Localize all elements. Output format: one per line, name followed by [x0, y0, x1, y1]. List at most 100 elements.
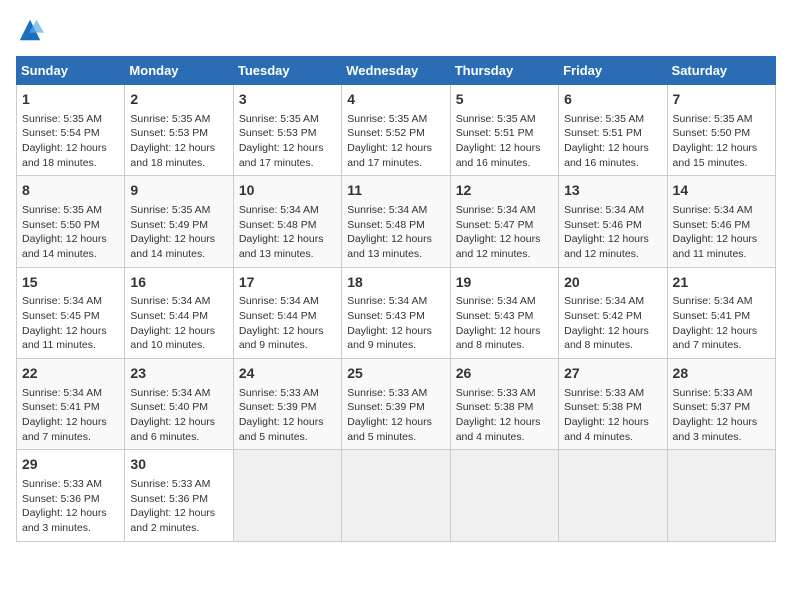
daylight: Daylight: 12 hours and 8 minutes. [456, 325, 541, 352]
sunrise: Sunrise: 5:34 AM [347, 204, 427, 216]
sunset: Sunset: 5:36 PM [130, 493, 208, 505]
sunrise: Sunrise: 5:34 AM [673, 204, 753, 216]
calendar-cell [233, 450, 341, 541]
sunset: Sunset: 5:51 PM [564, 127, 642, 139]
daylight: Daylight: 12 hours and 12 minutes. [564, 233, 649, 260]
sunset: Sunset: 5:39 PM [347, 401, 425, 413]
col-header-monday: Monday [125, 57, 233, 85]
calendar-cell [667, 450, 775, 541]
sunset: Sunset: 5:38 PM [456, 401, 534, 413]
daylight: Daylight: 12 hours and 7 minutes. [22, 416, 107, 443]
col-header-tuesday: Tuesday [233, 57, 341, 85]
calendar-cell: 11Sunrise: 5:34 AMSunset: 5:48 PMDayligh… [342, 176, 450, 267]
sunset: Sunset: 5:48 PM [347, 219, 425, 231]
day-number: 14 [673, 181, 770, 201]
daylight: Daylight: 12 hours and 3 minutes. [22, 507, 107, 534]
day-number: 7 [673, 90, 770, 110]
calendar-cell: 12Sunrise: 5:34 AMSunset: 5:47 PMDayligh… [450, 176, 558, 267]
sunrise: Sunrise: 5:34 AM [130, 387, 210, 399]
day-number: 25 [347, 364, 444, 384]
sunrise: Sunrise: 5:34 AM [564, 295, 644, 307]
day-number: 11 [347, 181, 444, 201]
calendar-cell [342, 450, 450, 541]
col-header-saturday: Saturday [667, 57, 775, 85]
sunset: Sunset: 5:41 PM [22, 401, 100, 413]
sunrise: Sunrise: 5:35 AM [564, 113, 644, 125]
sunrise: Sunrise: 5:33 AM [130, 478, 210, 490]
daylight: Daylight: 12 hours and 15 minutes. [673, 142, 758, 169]
sunrise: Sunrise: 5:35 AM [347, 113, 427, 125]
sunset: Sunset: 5:41 PM [673, 310, 751, 322]
calendar-cell: 1Sunrise: 5:35 AMSunset: 5:54 PMDaylight… [17, 85, 125, 176]
day-number: 6 [564, 90, 661, 110]
sunrise: Sunrise: 5:33 AM [673, 387, 753, 399]
daylight: Daylight: 12 hours and 9 minutes. [347, 325, 432, 352]
day-number: 17 [239, 273, 336, 293]
sunset: Sunset: 5:43 PM [456, 310, 534, 322]
logo [16, 16, 48, 44]
sunrise: Sunrise: 5:34 AM [347, 295, 427, 307]
calendar-cell: 13Sunrise: 5:34 AMSunset: 5:46 PMDayligh… [559, 176, 667, 267]
daylight: Daylight: 12 hours and 6 minutes. [130, 416, 215, 443]
col-header-wednesday: Wednesday [342, 57, 450, 85]
daylight: Daylight: 12 hours and 7 minutes. [673, 325, 758, 352]
daylight: Daylight: 12 hours and 16 minutes. [456, 142, 541, 169]
sunset: Sunset: 5:45 PM [22, 310, 100, 322]
sunrise: Sunrise: 5:33 AM [347, 387, 427, 399]
daylight: Daylight: 12 hours and 4 minutes. [564, 416, 649, 443]
sunrise: Sunrise: 5:33 AM [564, 387, 644, 399]
sunset: Sunset: 5:53 PM [130, 127, 208, 139]
sunset: Sunset: 5:50 PM [22, 219, 100, 231]
sunset: Sunset: 5:46 PM [564, 219, 642, 231]
daylight: Daylight: 12 hours and 13 minutes. [239, 233, 324, 260]
calendar-cell: 16Sunrise: 5:34 AMSunset: 5:44 PMDayligh… [125, 267, 233, 358]
calendar-cell: 17Sunrise: 5:34 AMSunset: 5:44 PMDayligh… [233, 267, 341, 358]
calendar-cell: 30Sunrise: 5:33 AMSunset: 5:36 PMDayligh… [125, 450, 233, 541]
day-number: 21 [673, 273, 770, 293]
day-number: 23 [130, 364, 227, 384]
sunrise: Sunrise: 5:34 AM [22, 387, 102, 399]
calendar-cell: 23Sunrise: 5:34 AMSunset: 5:40 PMDayligh… [125, 359, 233, 450]
sunrise: Sunrise: 5:35 AM [130, 113, 210, 125]
sunset: Sunset: 5:54 PM [22, 127, 100, 139]
calendar-cell: 15Sunrise: 5:34 AMSunset: 5:45 PMDayligh… [17, 267, 125, 358]
sunrise: Sunrise: 5:34 AM [564, 204, 644, 216]
sunset: Sunset: 5:52 PM [347, 127, 425, 139]
day-number: 27 [564, 364, 661, 384]
sunrise: Sunrise: 5:35 AM [239, 113, 319, 125]
calendar-cell: 14Sunrise: 5:34 AMSunset: 5:46 PMDayligh… [667, 176, 775, 267]
sunset: Sunset: 5:50 PM [673, 127, 751, 139]
sunset: Sunset: 5:38 PM [564, 401, 642, 413]
calendar-cell: 20Sunrise: 5:34 AMSunset: 5:42 PMDayligh… [559, 267, 667, 358]
day-number: 9 [130, 181, 227, 201]
daylight: Daylight: 12 hours and 14 minutes. [22, 233, 107, 260]
calendar-cell: 26Sunrise: 5:33 AMSunset: 5:38 PMDayligh… [450, 359, 558, 450]
daylight: Daylight: 12 hours and 17 minutes. [239, 142, 324, 169]
day-number: 29 [22, 455, 119, 475]
logo-icon [16, 16, 44, 44]
day-number: 16 [130, 273, 227, 293]
sunrise: Sunrise: 5:34 AM [22, 295, 102, 307]
day-number: 15 [22, 273, 119, 293]
sunrise: Sunrise: 5:35 AM [22, 204, 102, 216]
sunset: Sunset: 5:37 PM [673, 401, 751, 413]
daylight: Daylight: 12 hours and 18 minutes. [130, 142, 215, 169]
day-number: 5 [456, 90, 553, 110]
calendar-cell: 8Sunrise: 5:35 AMSunset: 5:50 PMDaylight… [17, 176, 125, 267]
daylight: Daylight: 12 hours and 5 minutes. [347, 416, 432, 443]
calendar-table: SundayMondayTuesdayWednesdayThursdayFrid… [16, 56, 776, 542]
sunrise: Sunrise: 5:33 AM [239, 387, 319, 399]
calendar-cell: 9Sunrise: 5:35 AMSunset: 5:49 PMDaylight… [125, 176, 233, 267]
calendar-cell: 28Sunrise: 5:33 AMSunset: 5:37 PMDayligh… [667, 359, 775, 450]
day-number: 12 [456, 181, 553, 201]
daylight: Daylight: 12 hours and 11 minutes. [673, 233, 758, 260]
daylight: Daylight: 12 hours and 2 minutes. [130, 507, 215, 534]
sunset: Sunset: 5:48 PM [239, 219, 317, 231]
calendar-cell: 7Sunrise: 5:35 AMSunset: 5:50 PMDaylight… [667, 85, 775, 176]
sunrise: Sunrise: 5:35 AM [130, 204, 210, 216]
day-number: 1 [22, 90, 119, 110]
sunset: Sunset: 5:44 PM [130, 310, 208, 322]
day-number: 24 [239, 364, 336, 384]
sunrise: Sunrise: 5:33 AM [22, 478, 102, 490]
daylight: Daylight: 12 hours and 3 minutes. [673, 416, 758, 443]
